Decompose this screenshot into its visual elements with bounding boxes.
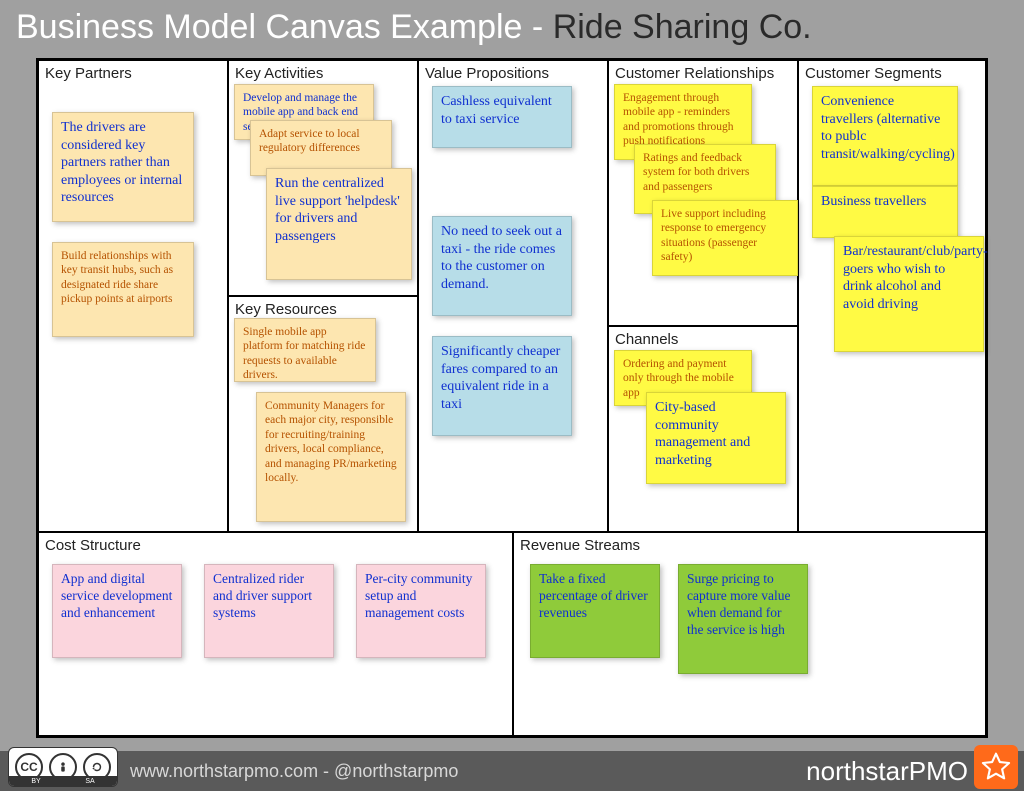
cc-sa-label: SA bbox=[85, 778, 94, 785]
page-title: Business Model Canvas Example - Ride Sha… bbox=[16, 8, 1008, 47]
sticky-cost-2: Centralized rider and driver support sys… bbox=[204, 564, 334, 658]
sticky-cust-seg-1: Convenience travellers (alternative to p… bbox=[812, 86, 958, 186]
sticky-value-prop-1: Cashless equivalent to taxi service bbox=[432, 86, 572, 148]
title-subject: Ride Sharing Co. bbox=[553, 8, 812, 46]
sticky-key-partners-1: The drivers are considered key partners … bbox=[52, 112, 194, 222]
sticky-rev-2: Surge pricing to capture more value when… bbox=[678, 564, 808, 674]
sticky-cost-1: App and digital service development and … bbox=[52, 564, 182, 658]
footer-bar: www.northstarpmo.com - @northstarpmo nor… bbox=[0, 751, 1024, 791]
cc-band: BY SA bbox=[9, 776, 117, 786]
cell-title-key-partners: Key Partners bbox=[39, 61, 227, 86]
sticky-cust-seg-2: Business travellers bbox=[812, 186, 958, 238]
sticky-rev-1: Take a fixed percentage of driver revenu… bbox=[530, 564, 660, 658]
sticky-cust-seg-3: Bar/restaurant/club/party-goers who wish… bbox=[834, 236, 984, 352]
cell-title-customer-segments: Customer Segments bbox=[799, 61, 985, 86]
sticky-cust-rel-3: Live support including response to emerg… bbox=[652, 200, 798, 276]
sticky-cost-3: Per-city community setup and management … bbox=[356, 564, 486, 658]
sticky-key-resources-2: Community Managers for each major city, … bbox=[256, 392, 406, 522]
cc-license-badge: CC BY SA bbox=[8, 747, 118, 787]
sticky-key-resources-1: Single mobile app platform for matching … bbox=[234, 318, 376, 382]
cell-title-key-activities: Key Activities bbox=[229, 61, 417, 86]
cell-title-channels: Channels bbox=[609, 327, 797, 352]
footer-url: www.northstarpmo.com - @northstarpmo bbox=[130, 761, 458, 782]
sticky-value-prop-2: No need to seek out a taxi - the ride co… bbox=[432, 216, 572, 316]
sticky-key-activities-3: Run the centralized live support 'helpde… bbox=[266, 168, 412, 280]
sticky-key-partners-2: Build relationships with key transit hub… bbox=[52, 242, 194, 337]
cell-title-cost-structure: Cost Structure bbox=[39, 533, 512, 558]
star-badge bbox=[974, 745, 1018, 789]
sticky-channels-2: City-based community management and mark… bbox=[646, 392, 786, 484]
business-model-canvas: Key Partners Key Activities Key Resource… bbox=[36, 58, 988, 738]
star-icon bbox=[980, 751, 1012, 783]
cc-by-label: BY bbox=[31, 778, 40, 785]
sticky-value-prop-3: Significantly cheaper fares compared to … bbox=[432, 336, 572, 436]
title-prefix: Business Model Canvas Example - bbox=[16, 8, 553, 46]
cell-title-revenue-streams: Revenue Streams bbox=[514, 533, 985, 558]
cell-title-value-propositions: Value Propositions bbox=[419, 61, 607, 86]
cell-title-customer-relationships: Customer Relationships bbox=[609, 61, 797, 86]
footer-brand: northstarPMO bbox=[806, 756, 968, 787]
